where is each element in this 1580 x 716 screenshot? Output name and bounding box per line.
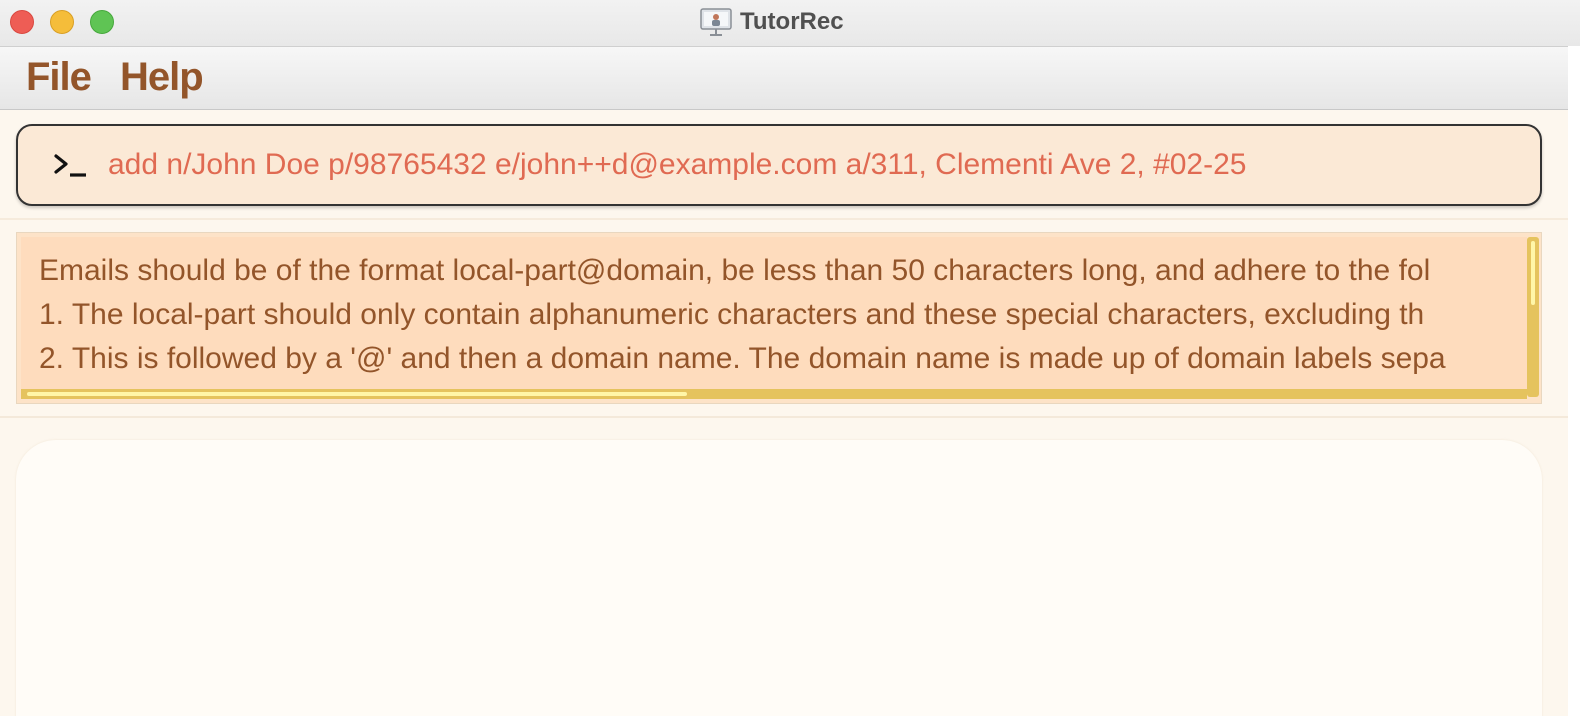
command-box[interactable] [16, 124, 1542, 206]
terminal-prompt-icon [54, 154, 86, 177]
result-line: 2. This is followed by a '@' and then a … [39, 342, 1446, 375]
list-section [0, 418, 1568, 716]
maximize-window-button[interactable] [90, 10, 114, 34]
result-section: Emails should be of the format local-par… [0, 220, 1568, 418]
app-window: TutorRec File Help Emails should be of t… [0, 0, 1580, 716]
horizontal-scrollbar-thumb[interactable] [27, 392, 687, 396]
minimize-window-button[interactable] [50, 10, 74, 34]
command-section [0, 110, 1568, 220]
result-text-area[interactable]: Emails should be of the format local-par… [21, 237, 1527, 393]
menu-file[interactable]: File [26, 55, 92, 100]
result-line: Emails should be of the format local-par… [39, 254, 1431, 287]
menu-help[interactable]: Help [120, 55, 204, 100]
vertical-scrollbar-thumb[interactable] [1531, 241, 1535, 305]
window-title: TutorRec [740, 8, 844, 35]
menu-bar: File Help [0, 47, 1568, 110]
title-bar: TutorRec [0, 0, 1580, 47]
tutor-presentation-icon [700, 8, 732, 36]
person-list-panel[interactable] [16, 440, 1542, 716]
window-title-group: TutorRec [700, 6, 844, 38]
result-display: Emails should be of the format local-par… [16, 232, 1542, 404]
result-line: 1. The local-part should only contain al… [39, 298, 1425, 331]
close-window-button[interactable] [10, 10, 34, 34]
command-input[interactable] [108, 148, 1528, 182]
result-lines: Emails should be of the format local-par… [39, 249, 1446, 393]
window-edge [1568, 46, 1580, 716]
